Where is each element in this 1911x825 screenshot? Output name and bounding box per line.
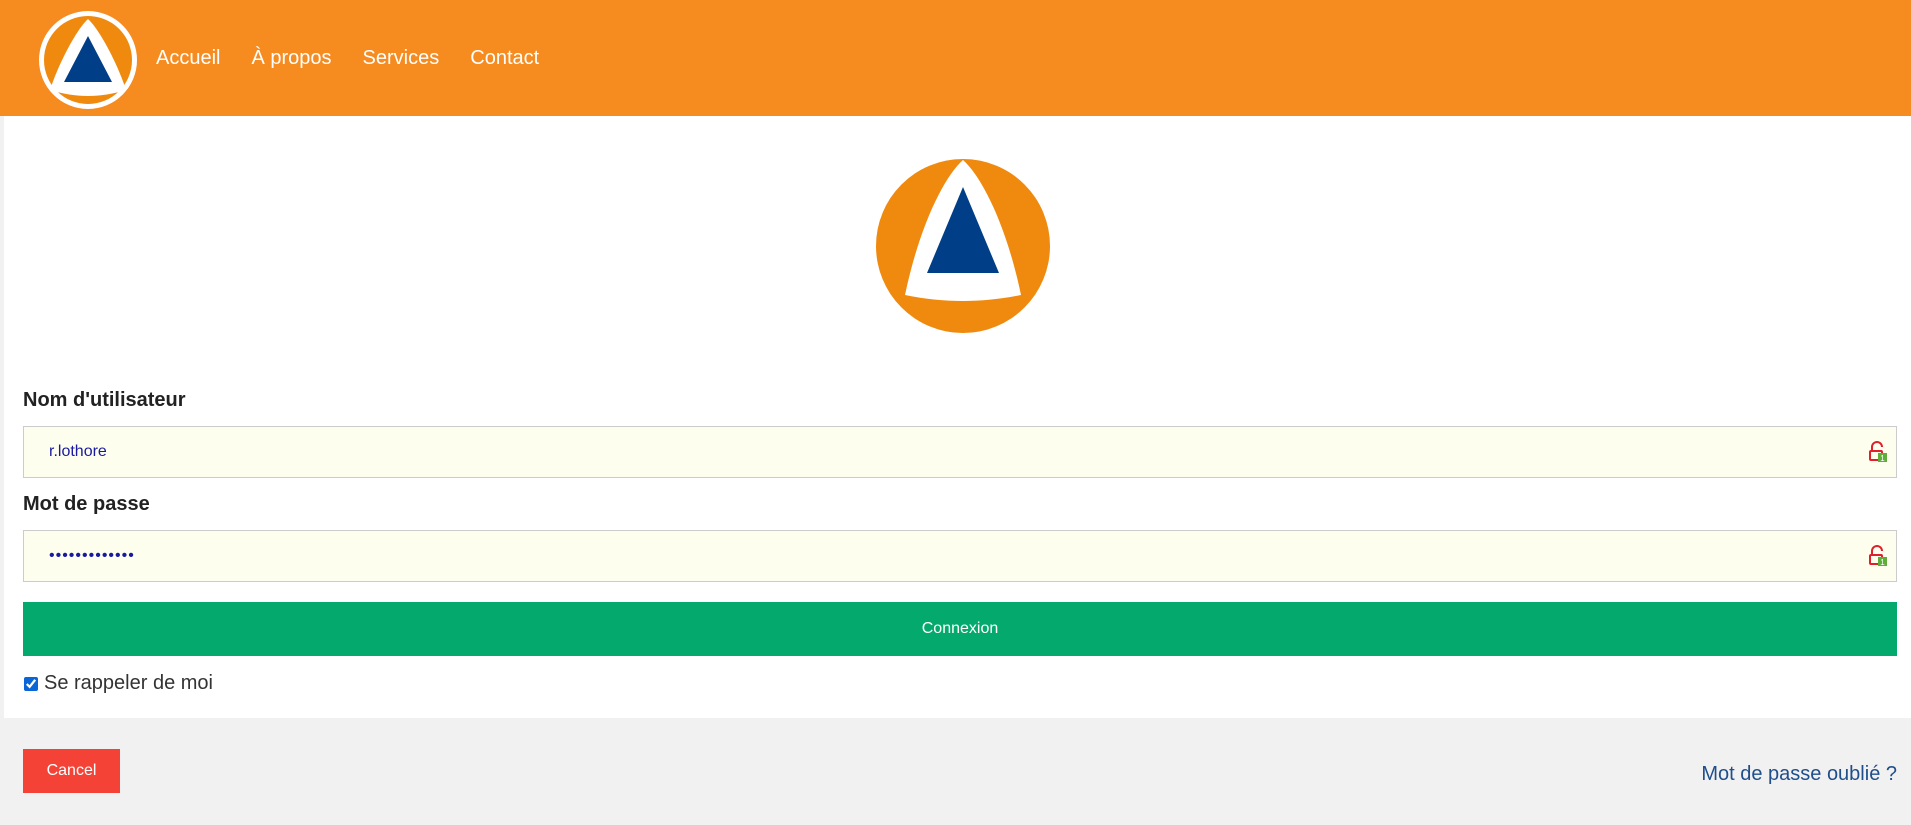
username-field-wrapper: 1 bbox=[23, 426, 1897, 478]
password-label: Mot de passe bbox=[23, 493, 150, 515]
svg-text:1: 1 bbox=[1880, 454, 1885, 463]
password-field-wrapper: 1 bbox=[23, 530, 1897, 582]
password-input[interactable] bbox=[24, 531, 1824, 581]
password-manager-lock-icon[interactable]: 1 bbox=[1868, 545, 1888, 567]
nav-item-services[interactable]: Services bbox=[363, 47, 440, 70]
civil-protection-logo-icon[interactable] bbox=[38, 10, 138, 110]
username-input[interactable] bbox=[24, 427, 1824, 477]
top-header: Accueil À propos Services Contact bbox=[0, 0, 1911, 116]
password-manager-lock-icon[interactable]: 1 bbox=[1868, 441, 1888, 463]
forgot-password-link[interactable]: Mot de passe oublié ? bbox=[1701, 763, 1897, 786]
login-card: Nom d'utilisateur 1 Mot de passe 1 Conne… bbox=[4, 116, 1911, 718]
civil-protection-logo-icon bbox=[876, 159, 1050, 333]
nav-item-a-propos[interactable]: À propos bbox=[251, 47, 331, 70]
username-label: Nom d'utilisateur bbox=[23, 389, 186, 411]
svg-text:1: 1 bbox=[1880, 558, 1885, 567]
remember-me[interactable]: Se rappeler de moi bbox=[24, 672, 213, 695]
remember-me-label: Se rappeler de moi bbox=[44, 672, 213, 694]
nav-item-contact[interactable]: Contact bbox=[470, 47, 539, 70]
nav-item-accueil[interactable]: Accueil bbox=[156, 47, 220, 70]
remember-me-checkbox[interactable] bbox=[24, 676, 38, 691]
main-nav: Accueil À propos Services Contact bbox=[156, 0, 570, 116]
login-button[interactable]: Connexion bbox=[23, 602, 1897, 656]
cancel-button[interactable]: Cancel bbox=[23, 749, 120, 793]
